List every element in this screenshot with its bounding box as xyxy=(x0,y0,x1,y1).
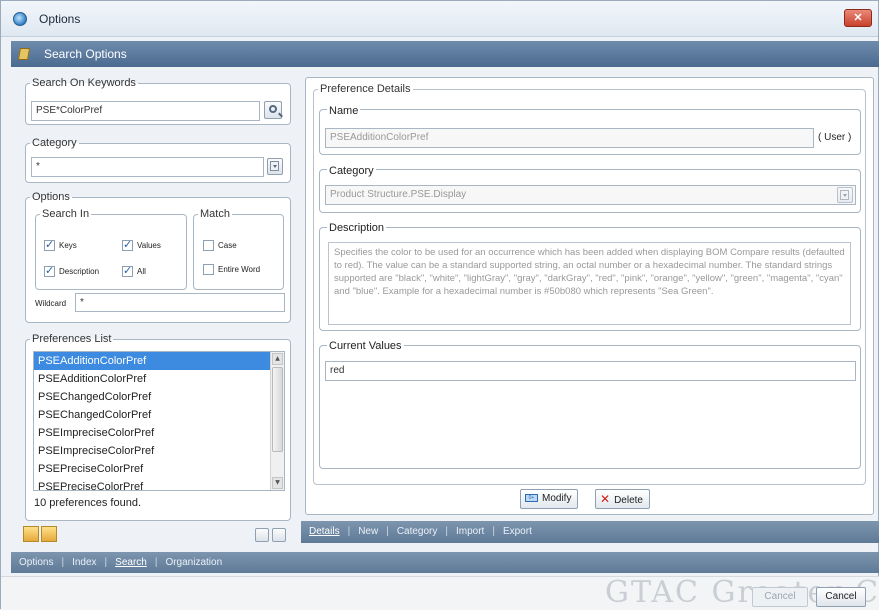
header-title: Search Options xyxy=(44,47,127,61)
match-legend: Match xyxy=(200,208,230,220)
description-checkbox[interactable]: Description xyxy=(44,264,99,277)
delete-button[interactable]: ✕ Delete xyxy=(595,489,650,509)
search-icon xyxy=(269,105,277,113)
cancel-button[interactable]: Cancel xyxy=(816,587,866,607)
scope-label: ( User ) xyxy=(818,132,852,143)
list-view-icon[interactable] xyxy=(255,528,269,542)
scroll-down-arrow-icon[interactable]: ▼ xyxy=(272,477,283,489)
wildcard-input[interactable]: * xyxy=(75,293,285,312)
all-checkbox[interactable]: All xyxy=(122,264,146,277)
options-window: Options ✕ Search Options Search On Keywo… xyxy=(0,0,879,610)
description-legend: Description xyxy=(327,222,387,234)
modify-button[interactable]: 0+ Modify xyxy=(520,489,579,509)
modify-icon: 0+ xyxy=(525,494,538,503)
preference-details-legend: Preference Details xyxy=(320,83,411,95)
current-value-input[interactable]: red xyxy=(325,361,856,381)
preferences-found-count: 10 preferences found. xyxy=(34,497,142,509)
search-keywords-legend: Search On Keywords xyxy=(32,77,136,89)
name-input: PSEAdditionColorPref xyxy=(325,128,814,148)
case-check-icon xyxy=(203,239,214,251)
tab-export[interactable]: Export xyxy=(495,521,540,537)
description-check-icon xyxy=(44,264,55,277)
close-button[interactable]: ✕ xyxy=(844,9,872,27)
app-icon xyxy=(13,12,27,26)
faded-button: Cancel xyxy=(752,587,808,607)
tab-details[interactable]: Details xyxy=(301,521,348,537)
preferences-list-scrollbar[interactable]: ▲ ▼ xyxy=(270,352,284,490)
category-legend: Category xyxy=(327,165,376,177)
name-legend: Name xyxy=(327,105,361,117)
options-legend: Options xyxy=(32,191,70,203)
search-options-icon xyxy=(17,48,31,60)
keys-checkbox[interactable]: Keys xyxy=(44,238,77,251)
preferences-list-legend: Preferences List xyxy=(32,333,112,345)
category-dropdown-button[interactable] xyxy=(267,158,283,175)
dropdown-icon xyxy=(270,161,279,171)
preference-list-item[interactable]: PSEPreciseColorPref xyxy=(34,478,284,490)
tab-options[interactable]: Options xyxy=(11,552,61,568)
search-in-legend: Search In xyxy=(42,208,90,220)
preference-list-item[interactable]: PSEPreciseColorPref xyxy=(34,460,284,478)
preference-list-item[interactable]: PSEChangedColorPref xyxy=(34,406,284,424)
tab-search[interactable]: Search xyxy=(107,552,155,568)
search-button[interactable] xyxy=(264,101,282,119)
tab-index[interactable]: Index xyxy=(64,552,104,568)
description-group: Specifies the color to be used for an oc… xyxy=(319,227,861,331)
category-filter-input[interactable]: * xyxy=(31,157,264,177)
description-text: Specifies the color to be used for an oc… xyxy=(328,242,851,325)
tab-import[interactable]: Import xyxy=(448,521,492,537)
preference-list-item[interactable]: PSEChangedColorPref xyxy=(34,388,284,406)
preference-list-item[interactable]: PSEAdditionColorPref xyxy=(34,352,284,370)
current-values-legend: Current Values xyxy=(327,340,404,352)
tab-organization[interactable]: Organization xyxy=(157,552,230,568)
wildcard-label: Wildcard xyxy=(35,299,67,308)
search-keywords-input[interactable]: PSE*ColorPref xyxy=(31,101,260,121)
tab-category[interactable]: Category xyxy=(389,521,446,537)
category-dropdown-disabled xyxy=(837,187,853,203)
preferences-list-items: PSEAdditionColorPref PSEAdditionColorPref… xyxy=(34,352,284,490)
preference-list-item[interactable]: PSEAdditionColorPref xyxy=(34,370,284,388)
values-check-icon xyxy=(122,238,133,251)
scroll-thumb[interactable] xyxy=(272,367,283,452)
case-checkbox[interactable]: Case xyxy=(203,239,237,251)
dropdown-icon xyxy=(840,190,849,200)
search-options-header: Search Options xyxy=(11,41,879,67)
preference-list-item[interactable]: PSEImpreciseColorPref xyxy=(34,424,284,442)
preferences-list[interactable]: PSEAdditionColorPref PSEAdditionColorPref… xyxy=(33,351,285,491)
details-tab-bar: Details | New | Category | Import | Export xyxy=(301,521,879,543)
tab-new[interactable]: New xyxy=(350,521,386,537)
values-checkbox[interactable]: Values xyxy=(122,238,161,251)
export-preferences-icon[interactable] xyxy=(23,526,39,542)
title-bar: Options ✕ xyxy=(1,1,878,37)
all-check-icon xyxy=(122,264,133,277)
preference-list-item[interactable]: PSEImpreciseColorPref xyxy=(34,442,284,460)
entire-word-checkbox[interactable]: Entire Word xyxy=(203,263,260,275)
options-tab-bar: Options | Index | Search | Organization xyxy=(11,552,879,573)
import-preferences-icon[interactable] xyxy=(41,526,57,542)
scroll-up-arrow-icon[interactable]: ▲ xyxy=(272,353,283,365)
category-input: Product Structure.PSE.Display xyxy=(325,185,856,205)
delete-icon: ✕ xyxy=(600,492,611,506)
entire-word-check-icon xyxy=(203,263,214,275)
category-filter-legend: Category xyxy=(32,137,77,149)
window-title: Options xyxy=(39,12,81,26)
keys-check-icon xyxy=(44,238,55,251)
refresh-icon[interactable] xyxy=(272,528,286,542)
